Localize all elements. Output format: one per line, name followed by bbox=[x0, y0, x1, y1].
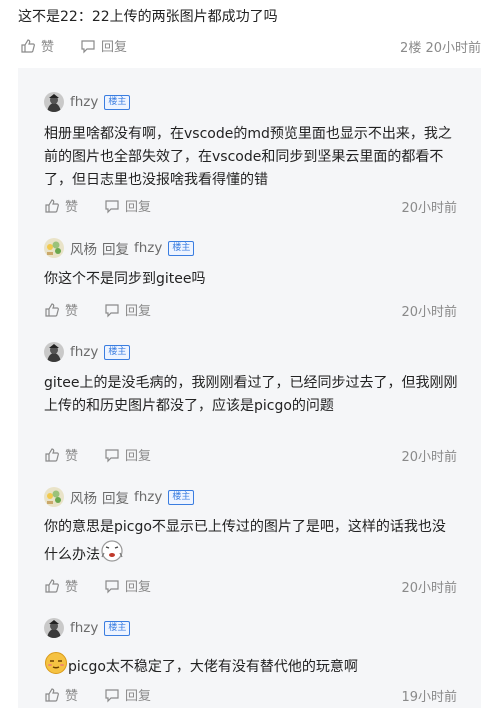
reply-label: 回复 bbox=[125, 580, 152, 595]
like-label: 赞 bbox=[65, 200, 79, 215]
reply-label: 回复 bbox=[125, 304, 152, 319]
author-name[interactable]: 风杨 bbox=[70, 487, 97, 507]
reply-text-content: picgo太不稳定了，大佬有没有替代他的玩意啊 bbox=[68, 659, 358, 675]
reply-actions: 赞 回复 bbox=[44, 576, 177, 595]
reply-word: 回复 bbox=[102, 491, 129, 507]
comment-actions: 赞 回复 bbox=[20, 36, 153, 55]
avatar[interactable] bbox=[44, 92, 64, 112]
reply-actions: 赞 回复 bbox=[44, 300, 177, 319]
avatar[interactable] bbox=[44, 238, 64, 258]
owner-badge: 楼主 bbox=[168, 240, 195, 256]
like-button[interactable]: 赞 bbox=[20, 36, 54, 55]
avatar[interactable] bbox=[44, 618, 64, 638]
like-button[interactable]: 赞 bbox=[44, 685, 78, 704]
like-button[interactable]: 赞 bbox=[44, 445, 78, 464]
avatar[interactable] bbox=[44, 487, 64, 507]
reply-header: fhzy 楼主 bbox=[44, 92, 131, 112]
helpless-emoji-icon bbox=[100, 539, 124, 571]
thumbs-up-icon bbox=[44, 302, 60, 318]
thumbs-up-icon bbox=[44, 687, 60, 703]
like-button[interactable]: 赞 bbox=[44, 300, 78, 319]
reply-header: 风杨 回复 fhzy 楼主 bbox=[44, 487, 195, 507]
like-label: 赞 bbox=[41, 40, 55, 55]
comment-icon bbox=[104, 687, 120, 703]
owner-badge: 楼主 bbox=[104, 94, 131, 110]
reply-header: fhzy 楼主 bbox=[44, 618, 131, 638]
reply-word: 回复 bbox=[102, 242, 129, 258]
sub-reply-panel: fhzy 楼主 相册里啥都没有啊，在vscode的md预览里面也显示不出来，我之… bbox=[18, 68, 481, 708]
author-name[interactable]: fhzy bbox=[70, 344, 98, 360]
reply-button[interactable]: 回复 bbox=[104, 300, 151, 319]
comment-icon bbox=[104, 198, 120, 214]
reply-text: 你的意思是picgo不显示已上传过的图片了是吧，这样的话我也没什么办法 bbox=[44, 516, 459, 571]
avatar[interactable] bbox=[44, 342, 64, 362]
smug-emoji-icon bbox=[44, 651, 68, 683]
comment-icon bbox=[80, 38, 96, 54]
thumbs-up-icon bbox=[44, 578, 60, 594]
reply-actions: 赞 回复 bbox=[44, 196, 177, 215]
reply-text: 相册里啥都没有啊，在vscode的md预览里面也显示不出来，我之前的图片也全部失… bbox=[44, 126, 452, 188]
owner-badge: 楼主 bbox=[104, 344, 131, 360]
owner-badge: 楼主 bbox=[104, 620, 131, 636]
floor-time: 2楼 20小时前 bbox=[400, 41, 481, 56]
reply-time: 20小时前 bbox=[401, 305, 457, 320]
comment-icon bbox=[104, 447, 120, 463]
like-button[interactable]: 赞 bbox=[44, 196, 78, 215]
comment-icon bbox=[104, 578, 120, 594]
author-name[interactable]: 风杨 bbox=[70, 238, 97, 258]
reply-time: 19小时前 bbox=[401, 690, 457, 705]
like-label: 赞 bbox=[65, 580, 79, 595]
reply-header: 风杨 回复 fhzy 楼主 bbox=[44, 238, 195, 258]
reply-actions: 赞 回复 bbox=[44, 445, 177, 464]
comment-text: 这不是22：22上传的两张图片都成功了吗 bbox=[18, 9, 278, 25]
reply-button[interactable]: 回复 bbox=[80, 36, 127, 55]
like-button[interactable]: 赞 bbox=[44, 576, 78, 595]
reply-label: 回复 bbox=[125, 200, 152, 215]
reply-target-name[interactable]: fhzy bbox=[134, 489, 162, 505]
reply-text: 你这个不是同步到gitee吗 bbox=[44, 271, 206, 287]
reply-time: 20小时前 bbox=[401, 201, 457, 216]
reply-text: picgo太不稳定了，大佬有没有替代他的玩意啊 bbox=[44, 651, 459, 683]
reply-actions: 赞 回复 bbox=[44, 685, 177, 704]
thumbs-up-icon bbox=[20, 38, 36, 54]
reply-button[interactable]: 回复 bbox=[104, 196, 151, 215]
like-label: 赞 bbox=[65, 689, 79, 704]
reply-target-name[interactable]: fhzy bbox=[134, 240, 162, 256]
reply-label: 回复 bbox=[125, 689, 152, 704]
author-name[interactable]: fhzy bbox=[70, 94, 98, 110]
comment-icon bbox=[104, 302, 120, 318]
author-name[interactable]: fhzy bbox=[70, 620, 98, 636]
reply-header: fhzy 楼主 bbox=[44, 342, 131, 362]
owner-badge: 楼主 bbox=[168, 489, 195, 505]
like-label: 赞 bbox=[65, 304, 79, 319]
like-label: 赞 bbox=[65, 449, 79, 464]
reply-button[interactable]: 回复 bbox=[104, 685, 151, 704]
reply-time: 20小时前 bbox=[401, 581, 457, 596]
reply-button[interactable]: 回复 bbox=[104, 445, 151, 464]
thumbs-up-icon bbox=[44, 447, 60, 463]
reply-button[interactable]: 回复 bbox=[104, 576, 151, 595]
thumbs-up-icon bbox=[44, 198, 60, 214]
reply-label: 回复 bbox=[101, 40, 128, 55]
reply-text: gitee上的是没毛病的，我刚刚看过了，已经同步过去了，但我刚刚上传的和历史图片… bbox=[44, 375, 458, 414]
reply-time: 20小时前 bbox=[401, 450, 457, 465]
reply-label: 回复 bbox=[125, 449, 152, 464]
